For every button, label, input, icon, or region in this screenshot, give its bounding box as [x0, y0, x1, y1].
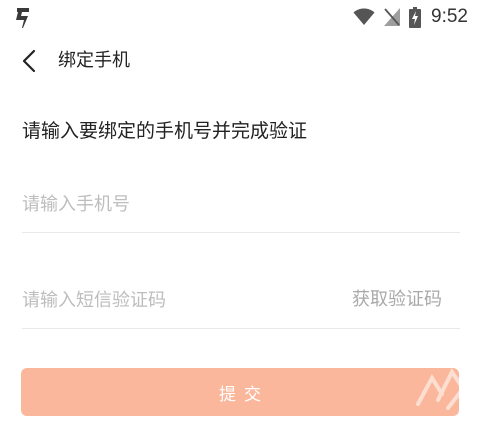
- back-button[interactable]: [14, 46, 44, 76]
- submit-button[interactable]: 提交: [21, 368, 459, 416]
- page-title: 绑定手机: [58, 50, 130, 71]
- sms-code-input[interactable]: [22, 280, 322, 320]
- get-code-button[interactable]: 获取验证码: [352, 284, 442, 316]
- instruction-text: 请输入要绑定的手机号并完成验证: [22, 120, 308, 142]
- status-time: 9:52: [431, 6, 468, 27]
- submit-label: 提交: [219, 384, 269, 405]
- phone-input[interactable]: [22, 184, 452, 224]
- wifi-icon: [353, 8, 375, 25]
- chevron-left-icon: [22, 49, 36, 73]
- battery-charging-icon: [409, 6, 422, 28]
- no-sim-icon: [384, 8, 401, 26]
- status-icons: 9:52: [353, 6, 468, 28]
- phone-field-row: [22, 176, 460, 233]
- header: 绑定手机: [0, 38, 480, 84]
- code-field-row: 获取验证码: [22, 272, 460, 329]
- lightning-app-icon: [16, 8, 29, 28]
- status-bar: 9:52: [0, 0, 480, 34]
